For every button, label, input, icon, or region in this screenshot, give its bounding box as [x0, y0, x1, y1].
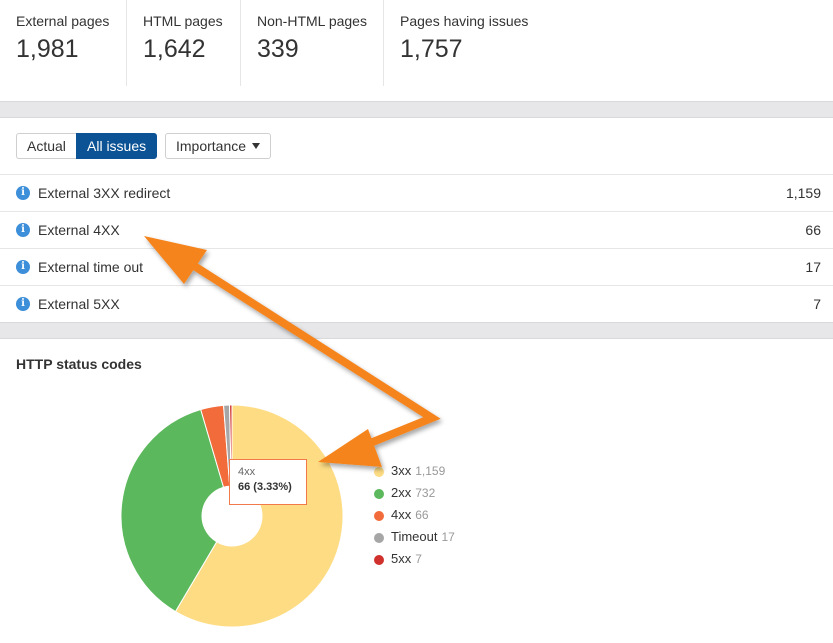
- legend-label: Timeout: [391, 529, 438, 544]
- legend-dot: [374, 489, 384, 499]
- legend-label: 3xx: [391, 463, 412, 478]
- legend-label: 2xx: [391, 485, 412, 500]
- http-status-donut-chart: [120, 404, 344, 628]
- legend-label: 5xx: [391, 551, 412, 566]
- legend-dot: [374, 511, 384, 521]
- chart-tooltip: 4xx 66 (3.33%): [229, 459, 307, 505]
- legend-dot: [374, 533, 384, 543]
- legend-dot: [374, 467, 384, 477]
- legend-count: 66: [415, 508, 429, 522]
- legend-count: 7: [415, 552, 422, 566]
- legend-count: 17: [441, 530, 455, 544]
- legend-label: 4xx: [391, 507, 412, 522]
- tooltip-label: 4xx: [238, 466, 256, 478]
- tooltip-value: 66 (3.33%): [238, 481, 292, 493]
- legend-count: 732: [415, 486, 436, 500]
- legend-count: 1,159: [415, 464, 446, 478]
- legend-dot: [374, 555, 384, 565]
